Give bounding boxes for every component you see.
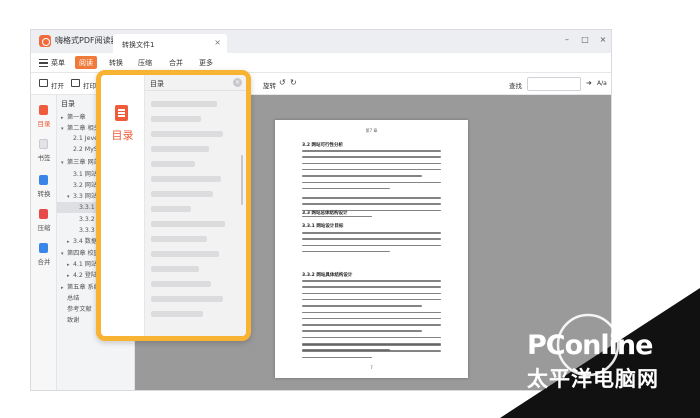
screenshot-stage: 嗨格式PDF阅读器 转换文件1 × – □ × 菜单 阅读 转换 压缩 合并 更…: [0, 0, 700, 418]
watermark-subtitle: 太平洋电脑网: [527, 367, 659, 391]
watermark-logo: PConline: [527, 330, 653, 361]
